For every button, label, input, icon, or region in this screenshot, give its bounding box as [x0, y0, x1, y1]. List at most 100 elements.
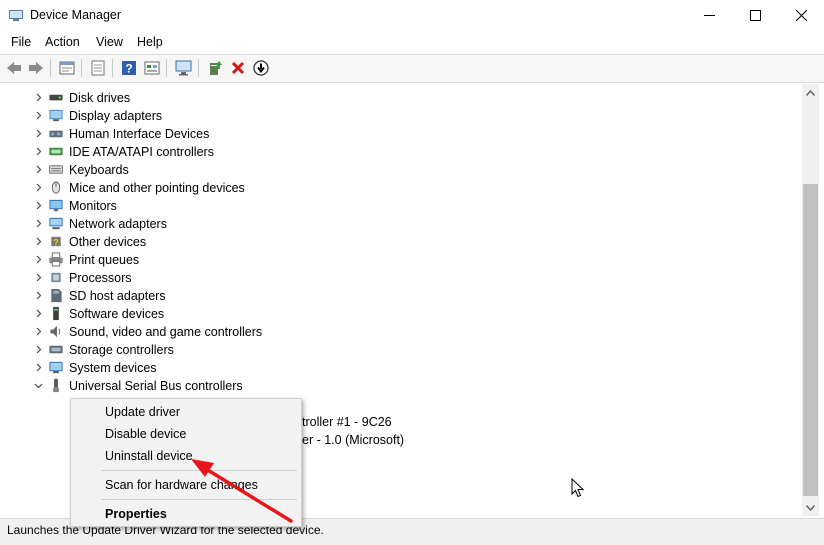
- properties-button[interactable]: [58, 59, 76, 77]
- sound-icon: [50, 325, 61, 338]
- close-button[interactable]: [778, 0, 824, 31]
- tree-item[interactable]: Processors: [7, 269, 767, 287]
- processor-icon: [51, 272, 61, 283]
- tree-item-label: Universal Serial Bus controllers: [69, 379, 243, 393]
- properties-icon: [59, 61, 75, 75]
- tree-item[interactable]: System devices: [7, 359, 767, 377]
- chevron-right-icon[interactable]: [34, 291, 43, 300]
- tree-item-label: System devices: [69, 361, 157, 375]
- menu-update-driver[interactable]: Update driver: [105, 405, 180, 419]
- forward-icon: [29, 62, 43, 74]
- usb-icon: [53, 378, 59, 393]
- toolbar: ?: [0, 54, 824, 83]
- chevron-right-icon[interactable]: [34, 165, 43, 174]
- tree-item-label: Disk drives: [69, 91, 131, 105]
- chevron-right-icon[interactable]: [34, 309, 43, 318]
- tree-item-label: Mice and other pointing devices: [69, 181, 245, 195]
- chevron-right-icon[interactable]: [34, 327, 43, 336]
- tree-item[interactable]: Monitors: [7, 197, 767, 215]
- update-driver-icon: [210, 61, 222, 75]
- usb-child-device-2[interactable]: er - 1.0 (Microsoft): [302, 433, 404, 447]
- forward-button[interactable]: [27, 59, 45, 77]
- tree-item[interactable]: Mice and other pointing devices: [7, 179, 767, 197]
- update-driver-button[interactable]: [206, 59, 224, 77]
- chevron-right-icon[interactable]: [34, 237, 43, 246]
- chevron-right-icon[interactable]: [34, 111, 43, 120]
- menu-properties[interactable]: Properties: [105, 507, 167, 521]
- menu-bar: File Action View Help: [0, 31, 824, 53]
- keyboard-icon: [48, 165, 64, 174]
- minimize-button[interactable]: [686, 0, 732, 31]
- tree-item[interactable]: Software devices: [7, 305, 767, 323]
- tree-item-label: Print queues: [69, 253, 140, 267]
- details-button[interactable]: [143, 59, 161, 77]
- tree-item-label: Processors: [69, 271, 132, 285]
- uninstall-button[interactable]: [229, 59, 247, 77]
- menu-separator: [101, 499, 297, 500]
- printer-icon: [49, 252, 63, 267]
- tree-item[interactable]: SD host adapters: [7, 287, 767, 305]
- chevron-right-icon[interactable]: [34, 93, 43, 102]
- menu-disable-device[interactable]: Disable device: [105, 427, 186, 441]
- tree-item[interactable]: Storage controllers: [7, 341, 767, 359]
- minimize-icon: [703, 15, 715, 16]
- chevron-right-icon[interactable]: [34, 183, 43, 192]
- scroll-down-button[interactable]: [802, 499, 819, 516]
- chevron-right-icon[interactable]: [34, 255, 43, 264]
- other-devices-icon: ?: [51, 236, 61, 247]
- system-device-icon: [49, 361, 63, 374]
- tree-item[interactable]: Keyboards: [7, 161, 767, 179]
- title-bar: Device Manager: [0, 0, 824, 31]
- back-button[interactable]: [5, 59, 23, 77]
- disk-drive-icon: [49, 94, 63, 101]
- scan-hardware-icon: [175, 60, 192, 76]
- tree-item[interactable]: ? Other devices: [7, 233, 767, 251]
- scroll-thumb[interactable]: [803, 184, 818, 496]
- tree-item[interactable]: IDE ATA/ATAPI controllers: [7, 143, 767, 161]
- sd-host-icon: [51, 288, 62, 303]
- tree-item-label: IDE ATA/ATAPI controllers: [69, 145, 214, 159]
- chevron-right-icon[interactable]: [34, 129, 43, 138]
- window-title: Device Manager: [30, 8, 122, 22]
- scan-hardware-button[interactable]: [175, 59, 193, 77]
- svg-text:?: ?: [125, 62, 132, 76]
- tree-item[interactable]: Universal Serial Bus controllers: [7, 377, 767, 395]
- list-button[interactable]: [89, 59, 107, 77]
- tree-item-label: Other devices: [69, 235, 147, 249]
- back-icon: [7, 62, 21, 74]
- menu-uninstall-device[interactable]: Uninstall device: [105, 449, 193, 463]
- tree-item[interactable]: Print queues: [7, 251, 767, 269]
- menu-scan-hardware[interactable]: Scan for hardware changes: [105, 478, 258, 492]
- close-icon: [795, 10, 807, 21]
- tree-item-label: Storage controllers: [69, 343, 174, 357]
- tree-item-label: Network adapters: [69, 217, 167, 231]
- help-button[interactable]: ?: [120, 59, 138, 77]
- menu-file[interactable]: File: [11, 35, 31, 49]
- tree-item[interactable]: Human Interface Devices: [7, 125, 767, 143]
- tree-item-label: Human Interface Devices: [69, 127, 210, 141]
- chevron-down-icon[interactable]: [34, 381, 43, 390]
- usb-child-device-1[interactable]: troller #1 - 9C26: [302, 415, 392, 429]
- tree-item[interactable]: Network adapters: [7, 215, 767, 233]
- vertical-scrollbar[interactable]: [802, 84, 819, 516]
- chevron-right-icon[interactable]: [34, 219, 43, 228]
- chevron-up-icon: [806, 89, 815, 96]
- tree-item[interactable]: Sound, video and game controllers: [7, 323, 767, 341]
- help-icon: ?: [122, 61, 136, 76]
- uninstall-icon: [231, 61, 245, 75]
- tree-item[interactable]: Display adapters: [7, 107, 767, 125]
- chevron-right-icon[interactable]: [34, 345, 43, 354]
- scroll-up-button[interactable]: [802, 84, 819, 101]
- context-menu: Update driver Disable device Uninstall d…: [70, 398, 302, 527]
- chevron-right-icon[interactable]: [34, 147, 43, 156]
- chevron-right-icon[interactable]: [34, 201, 43, 210]
- menu-help[interactable]: Help: [137, 35, 163, 49]
- chevron-right-icon[interactable]: [34, 363, 43, 372]
- chevron-right-icon[interactable]: [34, 273, 43, 282]
- tree-item[interactable]: Disk drives: [7, 89, 767, 107]
- menu-view[interactable]: View: [96, 35, 123, 49]
- mouse-cursor-icon: [571, 478, 585, 498]
- maximize-button[interactable]: [732, 0, 778, 31]
- disable-button[interactable]: [252, 59, 270, 77]
- menu-action[interactable]: Action: [45, 35, 80, 49]
